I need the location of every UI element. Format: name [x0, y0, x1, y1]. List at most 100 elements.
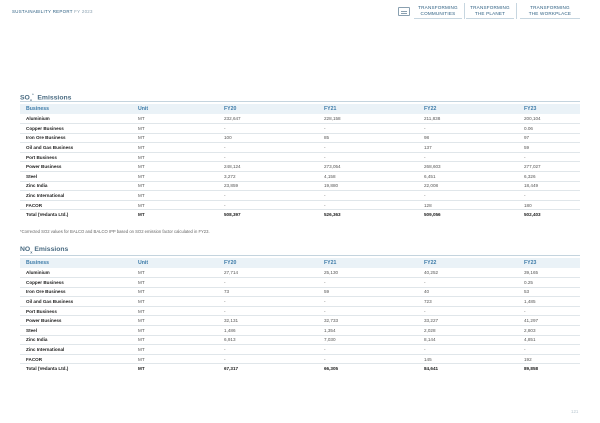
value-cell: -: [318, 123, 418, 134]
table-row: Zinc International MT - - - -: [20, 344, 580, 355]
business-name-cell: Iron Ore Business: [20, 287, 132, 298]
value-cell: MT: [132, 296, 218, 307]
value-cell: -: [318, 296, 418, 307]
column-header: Business: [20, 104, 132, 114]
value-cell: 33,227: [418, 315, 518, 327]
total-value-cell: 84,641: [424, 366, 439, 372]
nox-emissions-table: Business Unit FY20 FY21 FY22 FY23 Aluminium MT…: [20, 258, 580, 374]
column-header: FY20: [218, 104, 318, 114]
total-value-cell: MT: [138, 366, 145, 372]
total-value-cell: 508,397: [224, 212, 241, 218]
value-cell: 248,124: [218, 161, 318, 173]
business-name-cell: Aluminium: [20, 268, 132, 279]
value-cell: MT: [132, 181, 218, 192]
value-cell: 59: [518, 142, 580, 153]
value-cell: 18,449: [518, 181, 580, 192]
top-bar: SUSTAINABILITY REPORT FY 2023 TRANSFORMI…: [0, 0, 600, 24]
nox-section-title: NOx Emissions: [20, 246, 68, 254]
value-cell: MT: [132, 354, 218, 365]
table-row: Iron Ore Business MT 100 85 98 97: [20, 133, 580, 144]
value-cell: -: [418, 123, 518, 134]
value-cell: 277,027: [518, 161, 580, 173]
value-cell: MT: [132, 325, 218, 336]
total-value-cell: 509,056: [424, 212, 441, 218]
tab-transforming-the-workplace[interactable]: TRANSFORMING THE WORKPLACE: [520, 3, 580, 19]
table-row: Oil and Gas Business MT - -723 1,485: [20, 296, 580, 307]
tab-line2: COMMUNITIES: [420, 10, 456, 16]
tab-transforming-the-planet[interactable]: TRANSFORMING THE PLANET: [466, 3, 514, 19]
table-row: Zinc India MT 23,859 19,880 22,008 18,449: [20, 181, 580, 192]
business-name-cell: Iron Ore Business: [20, 133, 132, 144]
menu-icon[interactable]: [398, 7, 410, 16]
value-cell: -: [218, 142, 318, 153]
report-year: FY 2023: [74, 9, 93, 14]
table-row: Steel MT 3,272 4,158 6,451 6,326: [20, 171, 580, 182]
value-cell: 268,603: [418, 161, 518, 173]
value-cell: -: [318, 344, 418, 355]
table-row: FACOR MT - -128 180: [20, 200, 580, 211]
value-cell: -: [518, 344, 580, 355]
table-row: Port Business MT - - - -: [20, 152, 580, 163]
business-name-cell: Port Business: [20, 152, 132, 163]
column-header: FY23: [518, 258, 580, 268]
value-cell: 40,252: [418, 268, 518, 279]
value-cell: -: [418, 277, 518, 288]
column-header: Unit: [132, 104, 218, 114]
tab-line2: THE WORKPLACE: [528, 10, 572, 16]
value-cell: MT: [132, 287, 218, 298]
value-cell: -: [318, 142, 418, 153]
table-row: Aluminium MT 27,714 25,130 40,252 39,165: [20, 268, 580, 279]
business-name-cell: Copper Business: [20, 277, 132, 288]
value-cell: 53: [518, 287, 580, 298]
business-name-cell: Aluminium: [20, 114, 132, 125]
business-name-cell: Steel: [20, 171, 132, 182]
table-row: Power Business MT 32,131 32,733 33,227 41,297: [20, 315, 580, 327]
value-cell: 128: [418, 200, 518, 211]
value-cell: MT: [132, 152, 218, 163]
total-label-cell: Total (Vedanta Ltd.): [26, 212, 69, 218]
value-cell: 7,030: [318, 335, 418, 346]
value-cell: -: [218, 354, 318, 365]
value-cell: -: [218, 200, 318, 211]
total-value-cell: 502,403: [524, 212, 541, 218]
business-name-cell: Zinc International: [20, 344, 132, 355]
table-row: Zinc International MT - - - -: [20, 190, 580, 201]
business-name-cell: FACOR: [20, 354, 132, 365]
value-cell: MT: [132, 277, 218, 288]
value-cell: 2,803: [518, 325, 580, 336]
table-header-row: Business Unit FY20 FY21 FY22 FY23: [20, 104, 580, 114]
total-row: Total (Vedanta Ltd.) MT 508,397 526,363 509,…: [20, 210, 580, 220]
value-cell: 97: [518, 133, 580, 144]
value-cell: 8,144: [418, 335, 518, 346]
value-cell: 6,326: [518, 171, 580, 182]
value-cell: 98: [418, 133, 518, 144]
table-row: Steel MT 1,486 1,354 2,028 2,803: [20, 325, 580, 336]
value-cell: 3,272: [218, 171, 318, 182]
value-cell: -: [218, 152, 318, 163]
value-cell: 73: [218, 287, 318, 298]
value-cell: MT: [132, 171, 218, 182]
total-value-cell: 67,317: [224, 366, 239, 372]
value-cell: 39,165: [518, 268, 580, 279]
value-cell: 32,131: [218, 315, 318, 327]
table-row: FACOR MT - -145 192: [20, 354, 580, 365]
value-cell: 211,838: [418, 114, 518, 125]
column-header: FY21: [318, 104, 418, 114]
value-cell: 40: [418, 287, 518, 298]
business-name-cell: Port Business: [20, 306, 132, 317]
value-cell: 85: [318, 133, 418, 144]
column-header: FY22: [418, 104, 518, 114]
value-cell: 228,158: [318, 114, 418, 125]
value-cell: -: [218, 190, 318, 201]
value-cell: 200,104: [518, 114, 580, 125]
value-cell: -: [218, 123, 318, 134]
value-cell: -: [318, 190, 418, 201]
value-cell: 723: [418, 296, 518, 307]
value-cell: 6,451: [418, 171, 518, 182]
nox-title-rule: [20, 255, 580, 256]
value-cell: 100: [218, 133, 318, 144]
value-cell: 25,130: [318, 268, 418, 279]
tab-transforming-communities[interactable]: TRANSFORMING COMMUNITIES: [414, 3, 462, 19]
value-cell: 4,158: [318, 171, 418, 182]
value-cell: MT: [132, 335, 218, 346]
